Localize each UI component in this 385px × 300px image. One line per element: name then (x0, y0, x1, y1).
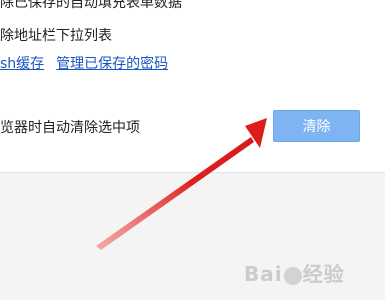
watermark-text-left: Bai (244, 262, 283, 286)
watermark-text-right: 经验 (302, 262, 345, 286)
paw-icon (283, 266, 302, 285)
autofill-option-text: 除已保存的自动填充表单数据 (0, 0, 182, 11)
baidu-jingyan-watermark: Bai 经验 (244, 258, 345, 287)
flash-cache-link[interactable]: sh缓存 (0, 56, 44, 72)
clear-button[interactable]: 清除 (273, 110, 360, 142)
screenshot-stage: 除已保存的自动填充表单数据 除地址栏下拉列表 sh缓存 管理已保存的密码 览器时自… (0, 0, 385, 300)
settings-links: sh缓存 管理已保存的密码 (0, 55, 168, 73)
manage-passwords-link[interactable]: 管理已保存的密码 (56, 56, 168, 72)
auto-clear-option-text: 览器时自动清除选中项 (0, 120, 140, 136)
addressbar-option-text: 除地址栏下拉列表 (0, 28, 112, 44)
clear-data-settings-panel: 除已保存的自动填充表单数据 除地址栏下拉列表 sh缓存 管理已保存的密码 览器时自… (0, 0, 385, 173)
